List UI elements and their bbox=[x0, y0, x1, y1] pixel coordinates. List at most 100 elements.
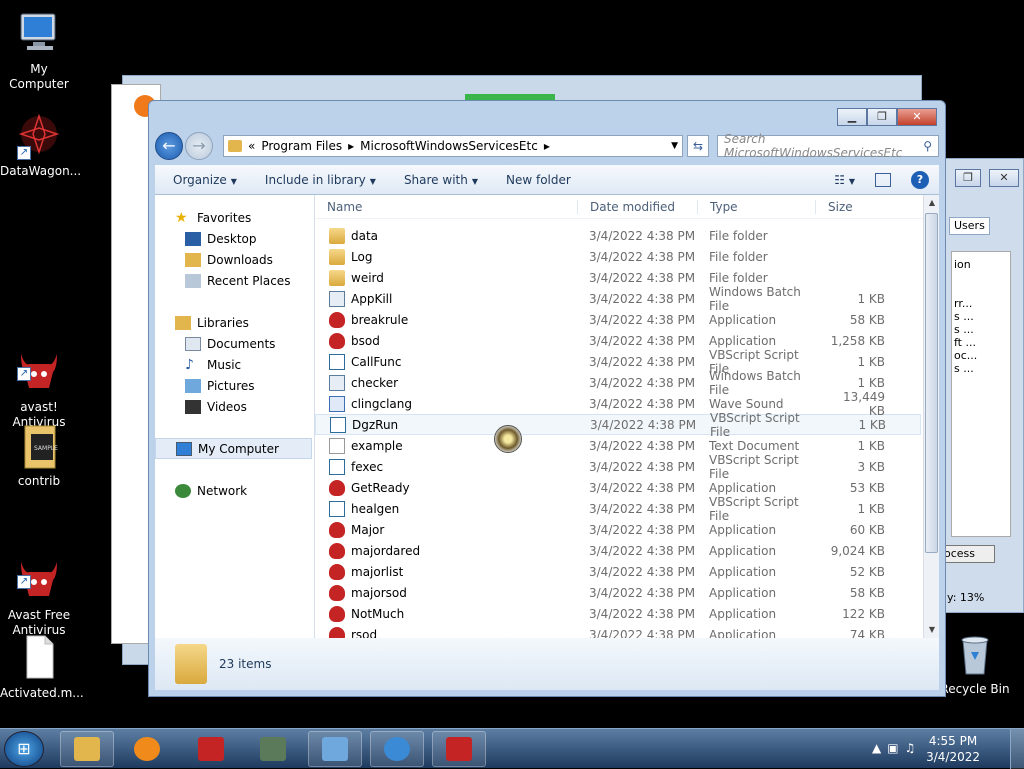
clock[interactable]: 4:55 PM 3/4/2022 bbox=[926, 733, 980, 765]
address-bar[interactable]: « Program Files ▸ MicrosoftWindowsServic… bbox=[223, 135, 683, 157]
nav-recent-places[interactable]: Recent Places bbox=[155, 270, 314, 291]
nav-my-computer[interactable]: My Computer bbox=[155, 438, 312, 459]
file-name-cell[interactable]: NotMuch bbox=[315, 605, 577, 622]
column-date-modified[interactable]: Date modified bbox=[577, 199, 697, 214]
restore-button[interactable]: ❐ bbox=[955, 169, 981, 187]
file-row[interactable]: Major 3/4/2022 4:38 PM Application 60 KB bbox=[315, 519, 921, 540]
column-type[interactable]: Type bbox=[697, 199, 815, 214]
taskbar-action-center-button[interactable] bbox=[370, 731, 424, 767]
nav-favorites[interactable]: ★ Favorites bbox=[155, 207, 314, 228]
file-name-cell[interactable]: majordared bbox=[315, 542, 577, 559]
nav-libraries[interactable]: Libraries bbox=[155, 312, 314, 333]
file-name-cell[interactable]: DgzRun bbox=[316, 416, 578, 433]
desktop-icon-recycle-bin[interactable]: Recycle Bin bbox=[936, 630, 1014, 697]
file-name-cell[interactable]: majorsod bbox=[315, 584, 577, 601]
breadcrumb-current-folder[interactable]: MicrosoftWindowsServicesEtc bbox=[360, 139, 538, 153]
nav-videos[interactable]: Videos bbox=[155, 396, 314, 417]
taskbar-avast-window-button[interactable] bbox=[432, 731, 486, 767]
file-row[interactable]: example 3/4/2022 4:38 PM Text Document 1 KB bbox=[315, 435, 921, 456]
breadcrumb-overflow[interactable]: « bbox=[248, 139, 255, 153]
nav-documents[interactable]: Documents bbox=[155, 333, 314, 354]
process-row[interactable]: ft ... bbox=[954, 336, 1010, 349]
refresh-button[interactable]: ⇆ bbox=[687, 135, 709, 157]
file-row[interactable]: GetReady 3/4/2022 4:38 PM Application 53 KB bbox=[315, 477, 921, 498]
file-name-cell[interactable]: rsod bbox=[315, 626, 577, 638]
taskbar-media-player-button[interactable] bbox=[120, 731, 174, 767]
file-name-cell[interactable]: Log bbox=[315, 248, 577, 265]
close-button[interactable]: ✕ bbox=[989, 169, 1019, 187]
desktop-icon-activated-file[interactable]: Activated.m... bbox=[0, 634, 84, 701]
start-button[interactable]: ⊞ bbox=[4, 731, 44, 767]
scroll-down-icon[interactable]: ▼ bbox=[924, 622, 940, 638]
nav-music[interactable]: ♪ Music bbox=[155, 354, 314, 375]
file-name-cell[interactable]: weird bbox=[315, 269, 577, 286]
file-row[interactable]: clingclang 3/4/2022 4:38 PM Wave Sound 13,4… bbox=[315, 390, 921, 418]
file-name-cell[interactable]: GetReady bbox=[315, 479, 577, 496]
file-name-cell[interactable]: checker bbox=[315, 374, 577, 391]
process-row[interactable]: rr... bbox=[954, 297, 1010, 310]
file-name-cell[interactable]: AppKill bbox=[315, 290, 577, 307]
file-row[interactable]: data 3/4/2022 4:38 PM File folder bbox=[315, 225, 921, 246]
process-row[interactable]: s ... bbox=[954, 323, 1010, 336]
process-row[interactable]: s ... bbox=[954, 362, 1010, 375]
column-name[interactable]: Name bbox=[315, 200, 577, 214]
file-row[interactable]: weird 3/4/2022 4:38 PM File folder bbox=[315, 267, 921, 288]
nav-pictures[interactable]: Pictures bbox=[155, 375, 314, 396]
file-name-cell[interactable]: fexec bbox=[315, 458, 577, 475]
network-tray-icon[interactable]: ▣ bbox=[887, 741, 904, 755]
maximize-button[interactable]: ❐ bbox=[867, 108, 897, 126]
share-with-menu[interactable]: Share with ▼ bbox=[404, 173, 478, 187]
tab-users[interactable]: Users bbox=[949, 217, 990, 235]
organize-menu[interactable]: Organize ▼ bbox=[173, 173, 237, 187]
file-name-cell[interactable]: clingclang bbox=[315, 395, 577, 412]
file-name-cell[interactable]: example bbox=[315, 437, 577, 454]
address-dropdown-icon[interactable]: ▼ bbox=[671, 141, 678, 151]
file-row[interactable]: bsod 3/4/2022 4:38 PM Application 1,258 KB bbox=[315, 330, 921, 351]
scroll-up-icon[interactable]: ▲ bbox=[924, 195, 940, 211]
view-options-icon[interactable]: ☷ ▼ bbox=[834, 173, 855, 187]
file-name-cell[interactable]: breakrule bbox=[315, 311, 577, 328]
desktop-icon-datawagon[interactable]: ↗ DataWagon... bbox=[0, 112, 81, 179]
breadcrumb-program-files[interactable]: Program Files bbox=[261, 139, 342, 153]
task-manager-window[interactable]: ❐ ✕ Users ion rr... s ... s ... ft ... o… bbox=[940, 158, 1024, 613]
file-list[interactable]: Name Date modified Type Size data 3/4/202… bbox=[315, 195, 939, 638]
breadcrumb-separator-icon[interactable]: ▸ bbox=[544, 139, 550, 153]
process-list[interactable]: ion rr... s ... s ... ft ... oc... s ... bbox=[951, 251, 1011, 537]
process-row[interactable]: s ... bbox=[954, 310, 1010, 323]
file-name-cell[interactable]: Major bbox=[315, 521, 577, 538]
explorer-window[interactable]: ▁ ❐ ✕ ← → « Program Files ▸ MicrosoftWin… bbox=[148, 100, 946, 697]
file-name-cell[interactable]: bsod bbox=[315, 332, 577, 349]
navigation-pane[interactable]: ★ Favorites Desktop Downloads Recent Plac… bbox=[155, 195, 315, 638]
file-name-cell[interactable]: data bbox=[315, 227, 577, 244]
nav-downloads[interactable]: Downloads bbox=[155, 249, 314, 270]
file-row[interactable]: DgzRun 3/4/2022 4:38 PM VBScript Script Fi… bbox=[315, 411, 921, 439]
forward-button[interactable]: → bbox=[185, 132, 213, 160]
taskbar-explorer-button[interactable] bbox=[60, 731, 114, 767]
file-row[interactable]: rsod 3/4/2022 4:38 PM Application 74 KB bbox=[315, 624, 921, 638]
file-row[interactable]: NotMuch 3/4/2022 4:38 PM Application 122 KB bbox=[315, 603, 921, 624]
show-hidden-icons-icon[interactable]: ▲ bbox=[872, 741, 887, 755]
file-row[interactable]: CallFunc 3/4/2022 4:38 PM VBScript Script … bbox=[315, 348, 921, 376]
file-row[interactable]: majorlist 3/4/2022 4:38 PM Application 52 K… bbox=[315, 561, 921, 582]
taskbar-avast-button[interactable] bbox=[184, 731, 238, 767]
desktop-icon-contrib[interactable]: SAMPLE contrib bbox=[0, 422, 78, 489]
vertical-scrollbar[interactable]: ▲ ▼ bbox=[923, 195, 939, 638]
end-process-button[interactable]: ocess bbox=[943, 545, 995, 563]
taskbar-control-panel-button[interactable] bbox=[308, 731, 362, 767]
minimize-button[interactable]: ▁ bbox=[837, 108, 867, 126]
file-name-cell[interactable]: healgen bbox=[315, 500, 577, 517]
close-button[interactable]: ✕ bbox=[897, 108, 937, 126]
help-icon[interactable]: ? bbox=[911, 170, 929, 189]
show-desktop-button[interactable] bbox=[1010, 729, 1024, 769]
file-row[interactable]: healgen 3/4/2022 4:38 PM VBScript Script F… bbox=[315, 495, 921, 523]
file-row[interactable]: breakrule 3/4/2022 4:38 PM Application 58 K… bbox=[315, 309, 921, 330]
file-row[interactable]: fexec 3/4/2022 4:38 PM VBScript Script Fil… bbox=[315, 453, 921, 481]
include-in-library-menu[interactable]: Include in library ▼ bbox=[265, 173, 376, 187]
search-input[interactable]: Search MicrosoftWindowsServicesEtc ⚲ bbox=[717, 132, 939, 160]
file-row[interactable]: Log 3/4/2022 4:38 PM File folder bbox=[315, 246, 921, 267]
search-icon[interactable]: ⚲ bbox=[923, 139, 932, 153]
preview-pane-icon[interactable] bbox=[875, 172, 891, 187]
file-name-cell[interactable]: majorlist bbox=[315, 563, 577, 580]
breadcrumb-separator-icon[interactable]: ▸ bbox=[348, 139, 354, 153]
taskbar-task-manager-button[interactable] bbox=[246, 731, 300, 767]
